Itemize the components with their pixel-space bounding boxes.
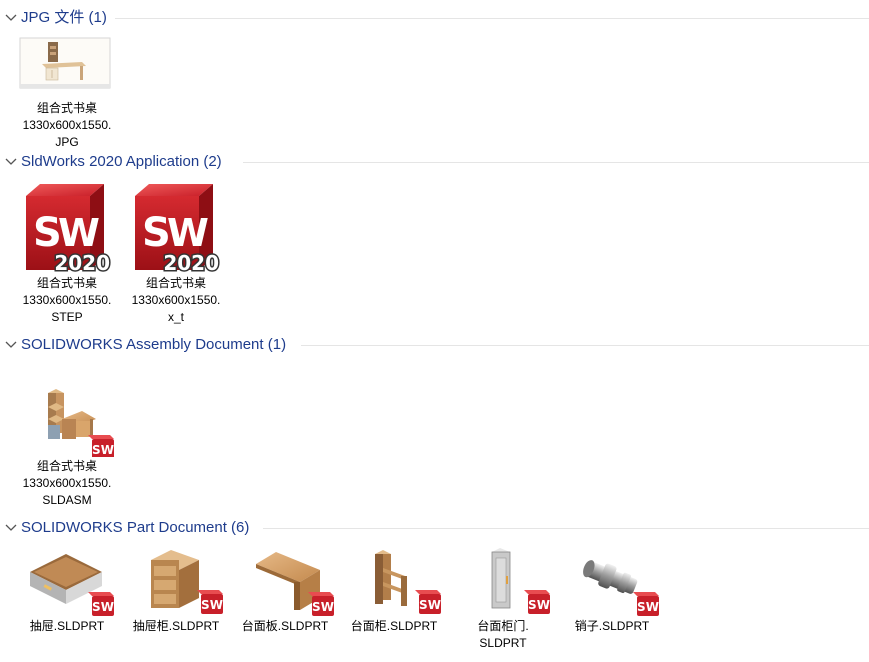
file-name: 台面柜门. SLDPRT (477, 619, 529, 650)
file-item[interactable]: S W 2020 组合式书桌 1330x600x1550. x_t (121, 180, 231, 330)
file-item[interactable]: 台面柜门. SLDPRT (448, 546, 558, 656)
file-item[interactable]: 销子.SLDPRT (557, 546, 667, 656)
file-item[interactable]: 抽屉.SLDPRT (12, 546, 122, 656)
solidworks-2020-icon: S W 2020 (121, 180, 231, 277)
group-title: JPG 文件 (1) (21, 8, 113, 28)
file-item[interactable]: S W 2020 组合式书桌 1330x600x1550. STEP (12, 180, 122, 330)
file-name: 组合式书桌 1330x600x1550. x_t (131, 276, 221, 324)
file-item[interactable]: 组合式书桌 1330x600x1550. JPG (12, 36, 122, 149)
chevron-down-icon[interactable] (5, 522, 17, 534)
cabinet-door-thumbnail (448, 546, 558, 618)
file-name: 台面柜.SLDPRT (350, 619, 438, 633)
group-title: SOLIDWORKS Assembly Document (1) (21, 335, 293, 355)
file-name: 组合式书桌 1330x600x1550. JPG (22, 101, 112, 149)
drawer-thumbnail (12, 546, 122, 618)
group-divider (115, 18, 869, 19)
svg-text:2020: 2020 (163, 251, 219, 272)
group-header-sw-assembly[interactable]: SOLIDWORKS Assembly Document (1) (0, 335, 869, 355)
group-header-sw-part[interactable]: SOLIDWORKS Part Document (6) (0, 518, 869, 538)
file-name: 抽屉.SLDPRT (29, 619, 105, 633)
group-header-sldworks-application[interactable]: SldWorks 2020 Application (2) (0, 152, 869, 172)
svg-text:W: W (167, 211, 209, 255)
desk-top-thumbnail (230, 546, 340, 618)
file-name: 销子.SLDPRT (574, 619, 650, 633)
svg-text:W: W (58, 211, 100, 255)
group-divider (243, 162, 869, 163)
group-title: SOLIDWORKS Part Document (6) (21, 518, 256, 538)
chevron-down-icon[interactable] (5, 339, 17, 351)
file-name: 抽屉柜.SLDPRT (132, 619, 220, 633)
group-title: SldWorks 2020 Application (2) (21, 152, 228, 172)
file-item[interactable]: 台面柜.SLDPRT (339, 546, 449, 656)
file-item[interactable]: 组合式书桌 1330x600x1550. SLDASM (12, 363, 122, 513)
group-divider (301, 345, 869, 346)
file-name: 台面板.SLDPRT (241, 619, 329, 633)
file-item[interactable]: 台面板.SLDPRT (230, 546, 340, 656)
group-header-jpg[interactable]: JPG 文件 (1) (0, 8, 869, 28)
drawer-cabinet-thumbnail (121, 546, 231, 618)
solidworks-2020-icon: S W 2020 (12, 180, 122, 277)
file-name: 组合式书桌 1330x600x1550. STEP (22, 276, 112, 324)
desk-assembly-thumbnail (12, 363, 122, 459)
chevron-down-icon[interactable] (5, 12, 17, 24)
pin-thumbnail (557, 546, 667, 618)
desk-cabinet-thumbnail (339, 546, 449, 618)
group-divider (263, 528, 869, 529)
svg-text:2020: 2020 (54, 251, 110, 272)
file-name: 组合式书桌 1330x600x1550. SLDASM (22, 459, 112, 507)
file-item[interactable]: 抽屉柜.SLDPRT (121, 546, 231, 656)
chevron-down-icon[interactable] (5, 156, 17, 168)
